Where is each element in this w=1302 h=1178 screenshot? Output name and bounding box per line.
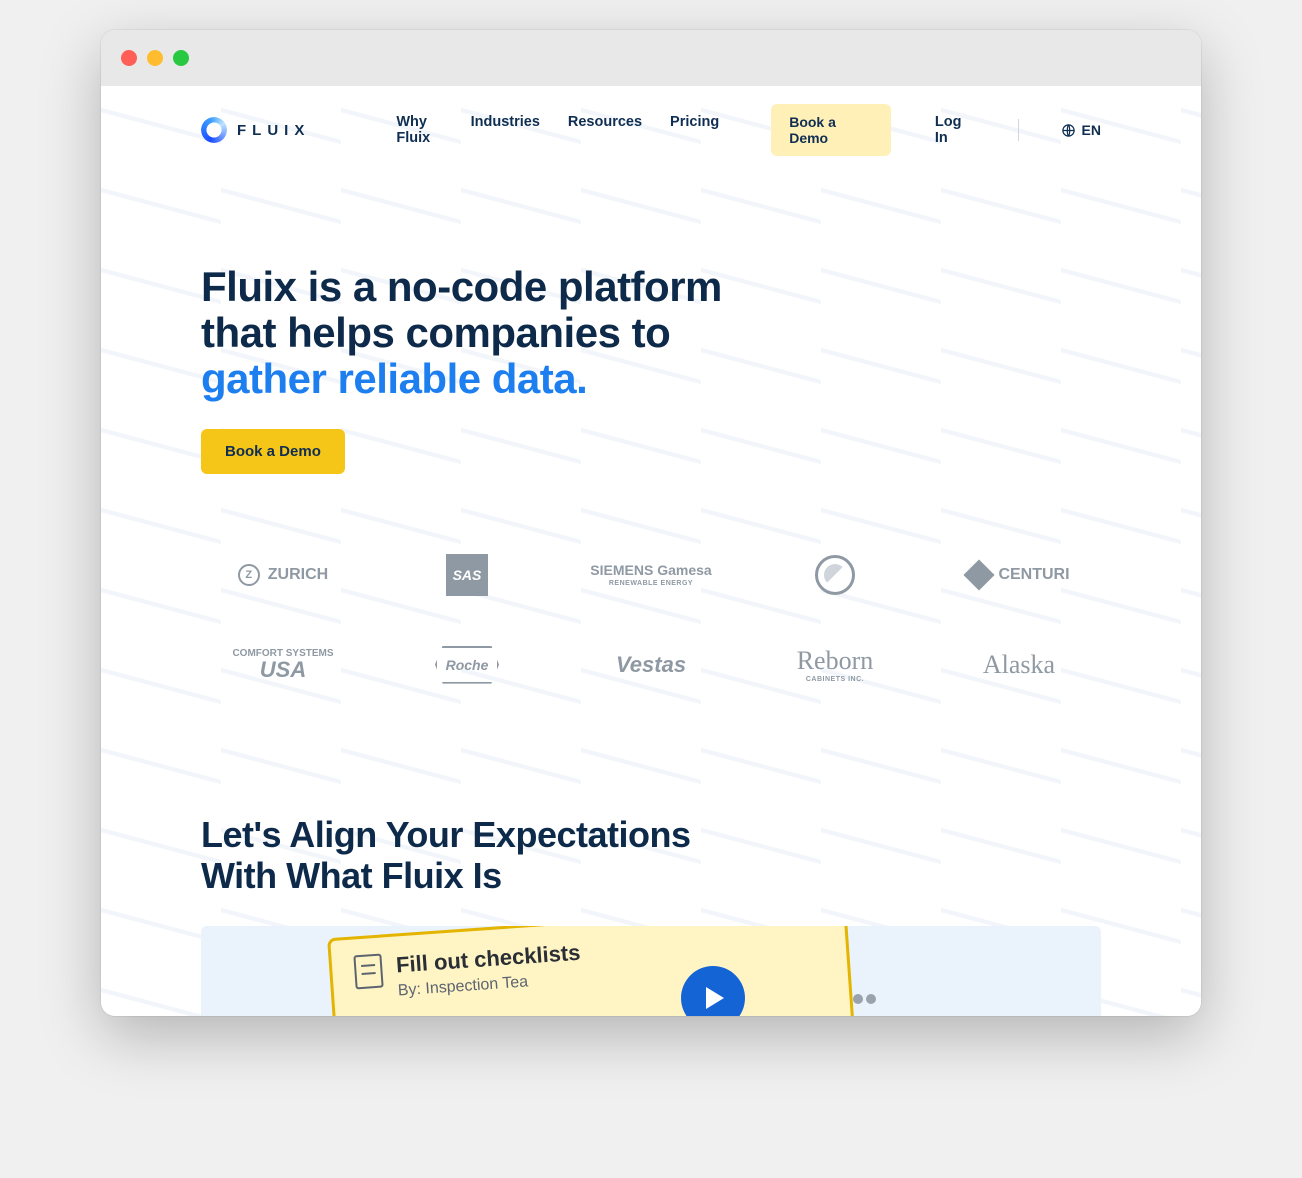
checklist-icon [353, 954, 383, 990]
hero-accent: gather reliable data. [201, 355, 587, 402]
language-label: EN [1082, 122, 1101, 138]
zurich-z-icon: Z [238, 564, 260, 586]
bmw-ring-icon [815, 555, 855, 595]
window-minimize-button[interactable] [147, 50, 163, 66]
logo-mark-icon [201, 117, 227, 143]
nav-industries[interactable]: Industries [471, 114, 540, 146]
book-demo-hero-button[interactable]: Book a Demo [201, 429, 345, 474]
book-demo-header-button[interactable]: Book a Demo [771, 104, 891, 156]
page-content: FLUIX Why Fluix Industries Resources Pri… [101, 86, 1201, 1016]
client-roche: Roche [385, 646, 549, 684]
header-divider [1018, 119, 1019, 141]
align-heading: Let's Align Your Expectations With What … [201, 814, 1101, 897]
align-section: Let's Align Your Expectations With What … [101, 724, 1201, 897]
globe-icon [1061, 123, 1076, 138]
client-centuri: CENTURI [937, 564, 1101, 586]
people-icon [853, 994, 881, 1014]
window-maximize-button[interactable] [173, 50, 189, 66]
client-sas: SAS [385, 554, 549, 596]
hero-line-1: Fluix is a no-code platform [201, 263, 722, 310]
client-bmw [753, 555, 917, 595]
main-nav: Why Fluix Industries Resources Pricing [396, 114, 719, 146]
brand-logo[interactable]: FLUIX [201, 117, 310, 143]
login-link[interactable]: Log In [935, 114, 976, 146]
client-comfort-systems: COMFORT SYSTEMS USA [201, 649, 365, 681]
site-header: FLUIX Why Fluix Industries Resources Pri… [101, 86, 1201, 174]
hero-section: Fluix is a no-code platform that helps c… [101, 174, 1201, 494]
nav-pricing[interactable]: Pricing [670, 114, 719, 146]
browser-window: FLUIX Why Fluix Industries Resources Pri… [101, 30, 1201, 1016]
centuri-diamond-icon [964, 559, 995, 590]
nav-resources[interactable]: Resources [568, 114, 642, 146]
brand-name: FLUIX [237, 122, 310, 139]
nav-why-fluix[interactable]: Why Fluix [396, 114, 442, 146]
roche-hex-icon: Roche [435, 646, 499, 684]
language-selector[interactable]: EN [1061, 122, 1101, 138]
window-titlebar [101, 30, 1201, 86]
client-siemens-gamesa: SIEMENS Gamesa RENEWABLE ENERGY [569, 562, 733, 587]
client-reborn: Reborn CABINETS INC. [753, 646, 917, 683]
client-vestas: Vestas [569, 652, 733, 678]
client-logos-grid: Z ZURICH SAS SIEMENS Gamesa RENEWABLE EN… [101, 494, 1201, 724]
checklist-note-card: Fill out checklists By: Inspection Tea [327, 926, 855, 1016]
hero-headline: Fluix is a no-code platform that helps c… [201, 264, 841, 403]
client-zurich: Z ZURICH [201, 564, 365, 586]
client-alaska: Alaska [937, 650, 1101, 680]
hero-line-2: that helps companies to [201, 309, 670, 356]
window-close-button[interactable] [121, 50, 137, 66]
sas-square-icon: SAS [446, 554, 488, 596]
video-preview[interactable]: Fill out checklists By: Inspection Tea [201, 926, 1101, 1016]
